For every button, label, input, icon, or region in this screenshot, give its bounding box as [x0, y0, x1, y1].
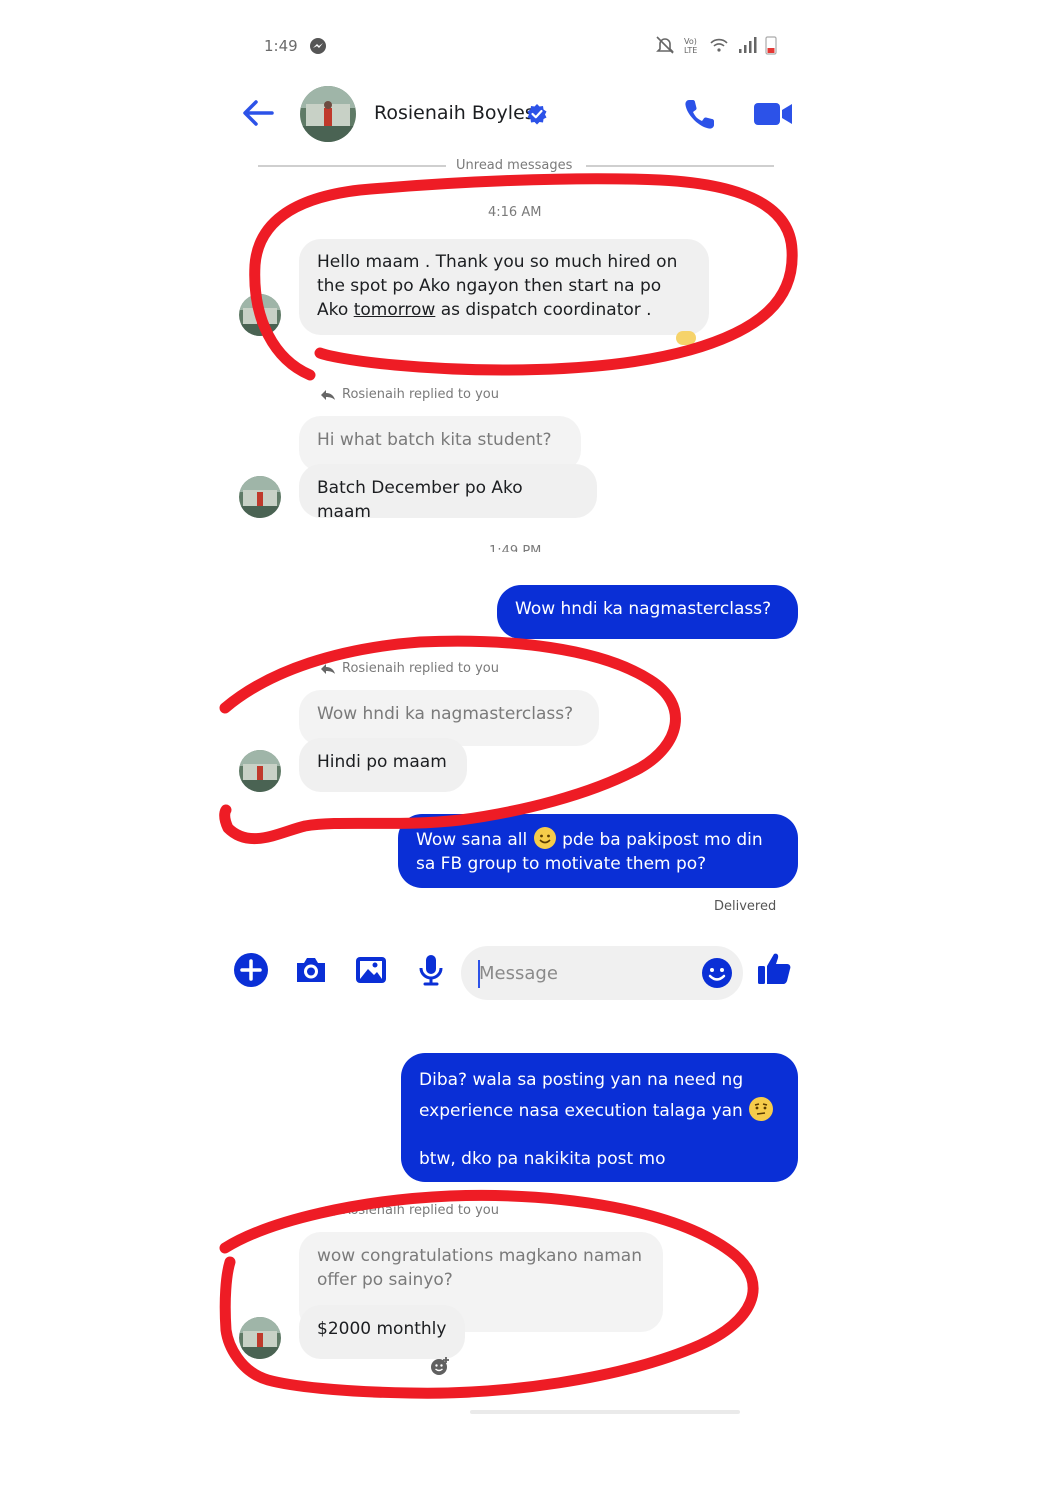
reply-arrow-icon [321, 389, 335, 400]
back-arrow-icon[interactable] [240, 96, 278, 130]
mute-icon [656, 36, 674, 54]
message-line: experience nasa execution talaga yan [419, 1096, 780, 1127]
message-text: as dispatch coordinator . [435, 300, 652, 320]
divider-line-left [258, 165, 446, 167]
message-line: wow congratulations magkano naman [317, 1246, 642, 1266]
message-text: Wow sana all [416, 830, 533, 850]
reply-label: Rosienaih replied to you [320, 1203, 499, 1218]
reply-arrow-icon [321, 1205, 335, 1216]
plus-icon[interactable] [233, 952, 269, 988]
status-icons: Vo) LTE [655, 34, 777, 56]
message-line: the spot po Ako ngayon then start na po [317, 276, 662, 296]
svg-text:LTE: LTE [684, 46, 697, 55]
message-line: Diba? wala sa posting yan na need ng [419, 1070, 744, 1090]
reaction-badge[interactable] [676, 331, 696, 345]
camera-icon[interactable] [293, 952, 329, 988]
sender-avatar[interactable] [239, 750, 281, 792]
divider-line-right [586, 165, 774, 167]
message-line: btw, dko pa nakikita post mo [419, 1149, 666, 1169]
message-text: experience nasa execution talaga yan [419, 1101, 743, 1121]
delivered-status: Delivered [714, 899, 777, 914]
timestamp-cropped: 1:49 PM [470, 540, 570, 552]
contact-name[interactable]: Rosienaih Boyles [374, 102, 535, 124]
svg-text:Vo): Vo) [684, 37, 697, 46]
outgoing-message[interactable]: Wow hndi ka nagmasterclass? [497, 585, 798, 639]
thinking-emoji-icon [749, 1097, 774, 1121]
add-reaction-icon[interactable] [430, 1356, 450, 1376]
video-icon[interactable] [752, 99, 794, 129]
text-caret [478, 960, 480, 988]
reply-label: Rosienaih replied to you [320, 661, 499, 676]
verified-icon [527, 104, 547, 125]
outgoing-message[interactable]: Diba? wala sa posting yan na need ng exp… [401, 1053, 798, 1182]
like-icon[interactable] [755, 950, 793, 988]
message-line: Ako tomorrow as dispatch coordinator . [317, 298, 691, 322]
incoming-message[interactable]: $2000 monthly [299, 1305, 465, 1359]
emoji-icon[interactable] [700, 956, 734, 990]
message-line: offer po sainyo? [317, 1270, 453, 1290]
partial-bubble-edge [470, 1410, 740, 1414]
mic-icon[interactable] [413, 952, 449, 988]
message-text: pde ba pakipost mo din [556, 830, 763, 850]
contact-avatar[interactable] [300, 86, 356, 142]
sender-avatar[interactable] [239, 1317, 281, 1359]
volte-icon: Vo)LTE [684, 37, 697, 55]
sender-avatar[interactable] [239, 294, 281, 336]
battery-icon [765, 36, 777, 55]
messenger-icon [310, 38, 326, 54]
message-line: Wow sana all pde ba pakipost mo din [416, 826, 780, 852]
timestamp: 1:49 PM [489, 544, 542, 552]
outgoing-message[interactable]: Wow sana all pde ba pakipost mo din sa F… [398, 814, 798, 888]
phone-icon[interactable] [682, 96, 718, 132]
reply-label-text: Rosienaih replied to you [342, 1203, 499, 1218]
sender-avatar[interactable] [239, 476, 281, 518]
reply-label: Rosienaih replied to you [320, 387, 499, 402]
gallery-icon[interactable] [353, 952, 389, 988]
incoming-message[interactable]: Batch December po Ako maam [299, 464, 597, 522]
smiley-emoji-icon [533, 827, 556, 849]
signal-icon [739, 37, 757, 53]
date-link[interactable]: tomorrow [354, 300, 436, 320]
message-line: Hello maam . Thank you so much hired on [317, 252, 678, 272]
wifi-icon [710, 38, 728, 52]
message-text: Ako [317, 300, 354, 320]
message-line: sa FB group to motivate them po? [416, 854, 707, 874]
incoming-message[interactable]: Hindi po maam [299, 738, 467, 792]
status-time: 1:49 [264, 37, 298, 55]
reply-label-text: Rosienaih replied to you [342, 387, 499, 402]
unread-messages-label: Unread messages [456, 158, 573, 173]
incoming-message[interactable]: Hello maam . Thank you so much hired on … [299, 239, 709, 335]
reply-arrow-icon [321, 663, 335, 674]
timestamp: 4:16 AM [488, 205, 542, 220]
reply-label-text: Rosienaih replied to you [342, 661, 499, 676]
